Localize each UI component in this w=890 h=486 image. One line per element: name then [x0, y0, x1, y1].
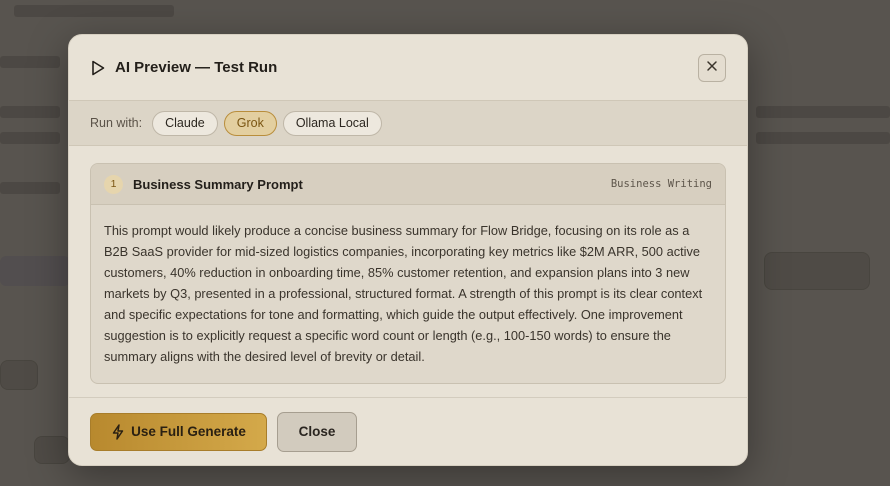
result-body-text: This prompt would likely produce a conci… — [104, 223, 703, 364]
use-full-generate-button[interactable]: Use Full Generate — [90, 412, 267, 451]
play-icon — [91, 60, 105, 76]
run-with-bar: Run with: Claude Grok Ollama Local — [69, 100, 747, 146]
result-title: Business Summary Prompt — [133, 176, 303, 192]
close-icon — [706, 59, 718, 77]
run-with-label: Run with: — [90, 116, 143, 130]
modal-footer: Use Full Generate Close — [69, 397, 747, 465]
modal-title: AI Preview — Test Run — [115, 59, 278, 76]
model-chip-claude[interactable]: Claude — [152, 110, 218, 136]
ai-preview-modal: AI Preview — Test Run Run with: Claude G… — [68, 34, 748, 466]
use-full-generate-label: Use Full Generate — [131, 424, 246, 439]
model-chip-ollama-local[interactable]: Ollama Local — [282, 110, 382, 136]
result-card: 1 Business Summary Prompt Business Writi… — [90, 163, 726, 384]
result-category-tag: Business Writing — [610, 178, 712, 190]
close-button[interactable] — [698, 54, 726, 82]
lightning-icon — [111, 423, 125, 440]
results-area: 1 Business Summary Prompt Business Writi… — [69, 146, 747, 399]
close-modal-button[interactable]: Close — [277, 411, 357, 452]
result-card-header: 1 Business Summary Prompt Business Writi… — [91, 164, 725, 205]
result-index-badge: 1 — [104, 174, 123, 194]
modal-header: AI Preview — Test Run — [69, 35, 747, 100]
model-chip-grok[interactable]: Grok — [223, 110, 277, 136]
